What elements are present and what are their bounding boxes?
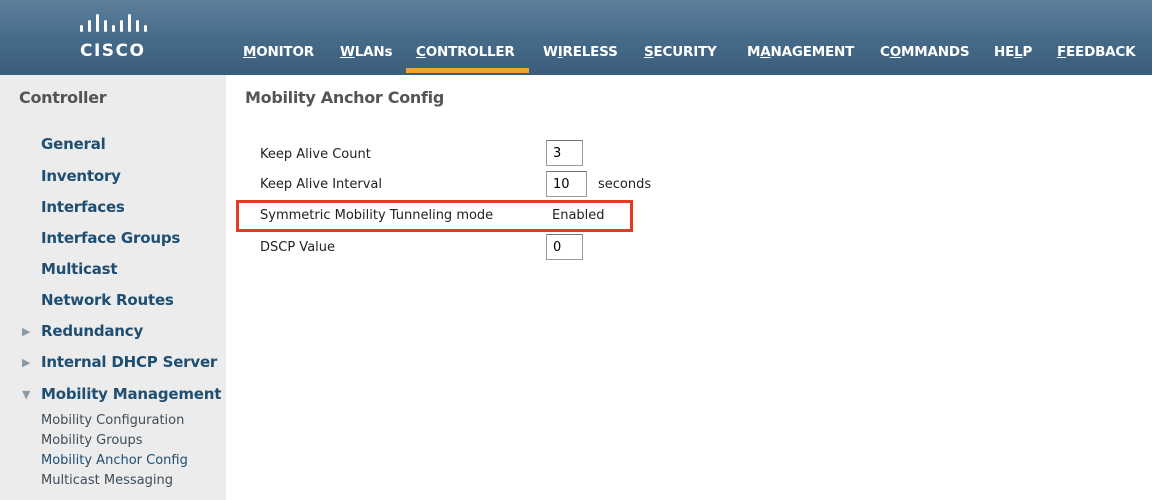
keep-alive-count-label: Keep Alive Count <box>260 147 371 162</box>
active-tab-indicator <box>406 68 529 73</box>
sidebar-subitem-multicast-messaging[interactable]: Multicast Messaging <box>41 473 173 491</box>
nav-monitor[interactable]: MONITOR <box>243 44 314 68</box>
nav-security[interactable]: SECURITY <box>644 44 717 68</box>
cisco-logo-bars-icon <box>80 14 147 32</box>
top-navigation-bar: CISCO MONITOR WLANs CONTROLLER WIRELESS … <box>0 0 1152 75</box>
nav-commands[interactable]: COMMANDS <box>880 44 970 68</box>
keep-alive-count-input[interactable] <box>546 140 583 166</box>
chevron-down-icon[interactable]: ▼ <box>22 388 34 402</box>
sidebar-item-mobility-management[interactable]: Mobility Management <box>41 385 221 407</box>
highlight-box <box>236 200 633 232</box>
sidebar-item-general[interactable]: General <box>41 135 106 157</box>
nav-wireless[interactable]: WIRELESS <box>543 44 618 68</box>
sidebar-item-internal-dhcp-server[interactable]: Internal DHCP Server <box>41 353 217 375</box>
keep-alive-interval-input[interactable] <box>546 171 587 197</box>
chevron-right-icon[interactable]: ▶ <box>22 356 34 370</box>
keep-alive-interval-unit: seconds <box>598 177 652 192</box>
dscp-value-input[interactable] <box>546 234 583 260</box>
sidebar-subitem-mobility-configuration[interactable]: Mobility Configuration <box>41 413 184 431</box>
sidebar-item-multicast[interactable]: Multicast <box>41 260 118 282</box>
nav-feedback[interactable]: FEEDBACK <box>1057 44 1136 68</box>
nav-management[interactable]: MANAGEMENT <box>747 44 854 68</box>
nav-controller[interactable]: CONTROLLER <box>416 44 515 68</box>
sidebar-item-inventory[interactable]: Inventory <box>41 167 121 189</box>
sidebar-subitem-mobility-groups[interactable]: Mobility Groups <box>41 433 143 451</box>
sidebar-item-interfaces[interactable]: Interfaces <box>41 198 125 220</box>
keep-alive-interval-label: Keep Alive Interval <box>260 177 382 192</box>
nav-help[interactable]: HELP <box>994 44 1032 68</box>
sidebar-title: Controller <box>19 88 107 107</box>
chevron-right-icon[interactable]: ▶ <box>22 325 34 339</box>
sidebar-item-network-routes[interactable]: Network Routes <box>41 291 174 313</box>
cisco-logo: CISCO <box>70 14 170 64</box>
sidebar-item-interface-groups[interactable]: Interface Groups <box>41 229 180 251</box>
sidebar-subitem-mobility-anchor-config[interactable]: Mobility Anchor Config <box>41 453 188 471</box>
nav-wlans[interactable]: WLANs <box>340 44 392 68</box>
page-title: Mobility Anchor Config <box>245 88 444 107</box>
sidebar-item-redundancy[interactable]: Redundancy <box>41 322 143 344</box>
sidebar: Controller General Inventory Interfaces … <box>0 75 226 500</box>
dscp-value-label: DSCP Value <box>260 240 336 255</box>
cisco-logo-text: CISCO <box>80 41 146 61</box>
